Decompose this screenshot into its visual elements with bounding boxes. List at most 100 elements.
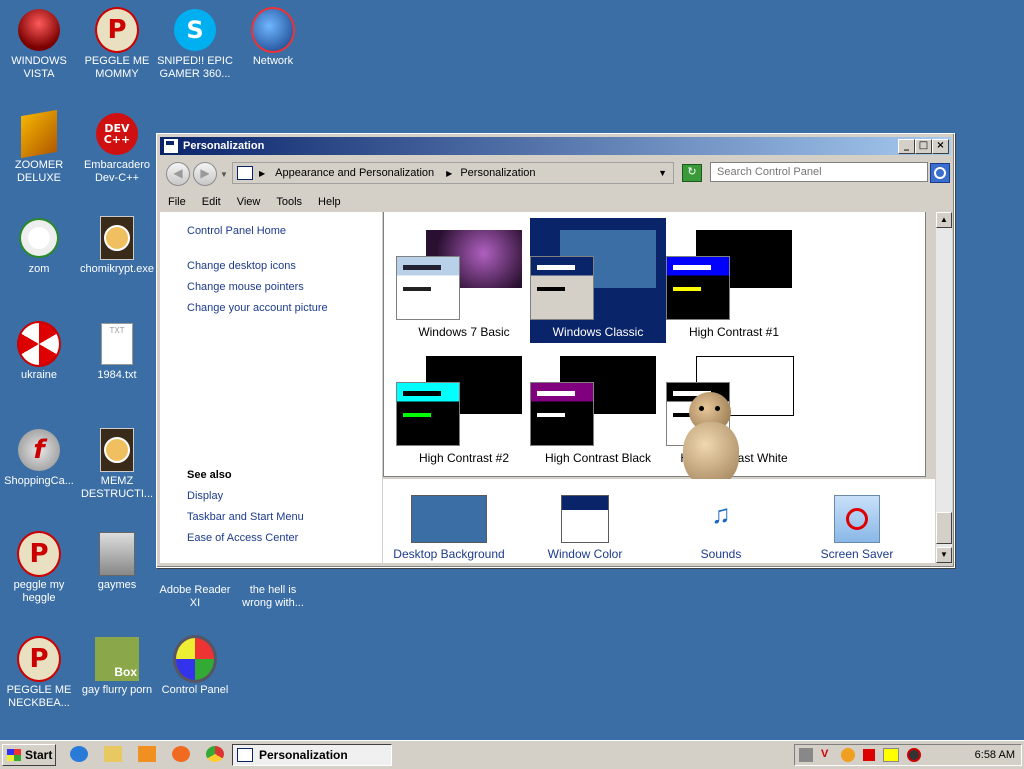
desktop-icon-the-hell[interactable]: the hell is wrong with... bbox=[234, 564, 312, 610]
desktop-icon-network[interactable]: Network bbox=[234, 7, 312, 68]
exe-shortcut-icon bbox=[95, 428, 139, 472]
ease-of-access-link[interactable]: Ease of Access Center bbox=[187, 532, 298, 544]
notification-tray-icon[interactable] bbox=[883, 748, 899, 762]
start-button[interactable]: Start bbox=[2, 744, 56, 766]
breadcrumb-personalization[interactable]: Personalization bbox=[460, 167, 535, 179]
scroll-up-button[interactable]: ▲ bbox=[936, 212, 952, 228]
flower-icon bbox=[17, 216, 61, 260]
desktop-icon-adobe-reader[interactable]: Adobe Reader XI bbox=[156, 564, 234, 610]
desktop-background-item[interactable]: Desktop Background bbox=[389, 491, 509, 561]
desktop-icon-gay-flurry[interactable]: Box gay flurry porn bbox=[78, 637, 156, 697]
control-panel-small-icon bbox=[237, 166, 253, 180]
volume-icon[interactable] bbox=[907, 748, 921, 762]
scroll-thumb[interactable] bbox=[936, 512, 952, 544]
search-input[interactable] bbox=[710, 162, 928, 182]
window-color-item[interactable]: Window Color bbox=[525, 491, 645, 561]
theme-windows-classic[interactable]: Windows Classic bbox=[530, 218, 666, 343]
recent-pages-dropdown[interactable]: ▼ bbox=[220, 170, 228, 179]
desktop-icon-zoomer-deluxe[interactable]: ZOOMER DELUXE bbox=[0, 109, 78, 185]
media-player-icon[interactable] bbox=[138, 746, 156, 762]
desktop-icon-peggle-my-heggle[interactable]: P peggle my heggle bbox=[0, 531, 78, 605]
change-desktop-icons-link[interactable]: Change desktop icons bbox=[187, 260, 296, 272]
menu-tools[interactable]: Tools bbox=[268, 196, 310, 208]
screen-saver-icon bbox=[834, 495, 880, 543]
windows-logo-icon bbox=[7, 749, 21, 761]
taskbar-item-personalization[interactable]: Personalization bbox=[232, 744, 392, 766]
start-label: Start bbox=[25, 748, 53, 762]
skype-icon: S bbox=[173, 8, 217, 52]
change-account-picture-link[interactable]: Change your account picture bbox=[187, 302, 328, 314]
desktop-background-icon bbox=[411, 495, 487, 543]
search-button[interactable] bbox=[930, 163, 950, 183]
theme-high-contrast-1[interactable]: High Contrast #1 bbox=[666, 218, 802, 343]
scroll-down-button[interactable]: ▼ bbox=[936, 547, 952, 563]
sounds-item[interactable]: ♫ Sounds bbox=[661, 491, 781, 561]
theme-windows-7-basic[interactable]: Windows 7 Basic bbox=[396, 218, 532, 343]
window-icon bbox=[163, 138, 179, 154]
breadcrumb-chevron-icon[interactable]: ▶ bbox=[446, 169, 452, 178]
taskbar-start-menu-link[interactable]: Taskbar and Start Menu bbox=[187, 511, 304, 523]
theme-window-preview bbox=[530, 256, 594, 320]
theme-window-preview bbox=[396, 382, 460, 446]
title-bar[interactable]: Personalization _ □ × bbox=[160, 137, 951, 155]
desktop-icon-zom[interactable]: zom bbox=[0, 216, 78, 276]
control-panel-home-link[interactable]: Control Panel Home bbox=[187, 225, 286, 237]
desktop-icon-chomikrypt[interactable]: chomikrypt.exe bbox=[78, 216, 156, 276]
network-globe-icon bbox=[251, 7, 295, 53]
back-arrow-icon: ◀ bbox=[173, 166, 183, 180]
folder-icon bbox=[95, 532, 139, 576]
window-color-icon bbox=[561, 495, 609, 543]
vista-orb-icon bbox=[17, 8, 61, 52]
task-pane: Control Panel Home Change desktop icons … bbox=[160, 212, 382, 563]
back-button[interactable]: ◀ bbox=[166, 162, 190, 186]
flag-icon[interactable] bbox=[863, 749, 875, 761]
desktop-icon-control-panel[interactable]: Control Panel bbox=[156, 635, 234, 697]
menu-edit[interactable]: Edit bbox=[194, 196, 229, 208]
menu-file[interactable]: File bbox=[160, 196, 194, 208]
address-bar[interactable]: ▶ Appearance and Personalization ▶ Perso… bbox=[232, 162, 674, 184]
address-dropdown-icon[interactable]: ▼ bbox=[658, 168, 667, 178]
screen-saver-item[interactable]: Screen Saver bbox=[797, 491, 917, 561]
personalization-window: Personalization _ □ × ◀ ▶ ▼ ▶ Appearance… bbox=[156, 133, 955, 568]
menu-view[interactable]: View bbox=[229, 196, 269, 208]
desktop-icon-1984-txt[interactable]: TXT 1984.txt bbox=[78, 322, 156, 382]
theme-window-preview bbox=[666, 256, 730, 320]
peggle-icon: P bbox=[95, 7, 139, 53]
theme-window-preview bbox=[396, 256, 460, 320]
antivirus-tray-icon[interactable]: V bbox=[821, 748, 835, 762]
change-mouse-pointers-link[interactable]: Change mouse pointers bbox=[187, 281, 304, 293]
maximize-button[interactable]: □ bbox=[915, 139, 932, 154]
desktop-icon-sniped[interactable]: S SNIPED!! EPIC GAMER 360... bbox=[156, 8, 234, 81]
desktop-icon-ukraine[interactable]: ukraine bbox=[0, 321, 78, 382]
search-tray-icon[interactable] bbox=[841, 748, 855, 762]
refresh-button[interactable]: ↻ bbox=[682, 164, 702, 182]
theme-high-contrast-2[interactable]: High Contrast #2 bbox=[396, 344, 532, 469]
control-panel-icon bbox=[173, 635, 217, 683]
theme-high-contrast-black[interactable]: High Contrast Black bbox=[530, 344, 666, 469]
desktop-icon-dev-cpp[interactable]: DEV C++ Embarcadero Dev-C++ bbox=[78, 112, 156, 185]
theme-window-preview bbox=[530, 382, 594, 446]
desktop-icon-gaymes[interactable]: gaymes bbox=[78, 532, 156, 592]
minimize-button[interactable]: _ bbox=[898, 139, 915, 154]
close-button[interactable]: × bbox=[932, 139, 949, 154]
desktop-icon-peggle-neckbeard[interactable]: P PEGGLE ME NECKBEA... bbox=[0, 636, 78, 710]
firefox-icon[interactable] bbox=[172, 746, 190, 762]
desktop-icon-windows-vista[interactable]: WINDOWS VISTA bbox=[0, 8, 78, 81]
breadcrumb-appearance[interactable]: Appearance and Personalization bbox=[275, 167, 434, 179]
breadcrumb-chevron-icon[interactable]: ▶ bbox=[259, 169, 265, 178]
menu-help[interactable]: Help bbox=[310, 196, 349, 208]
forward-button[interactable]: ▶ bbox=[193, 162, 217, 186]
display-link[interactable]: Display bbox=[187, 490, 223, 502]
desktop-icon-peggle-me-mommy[interactable]: P PEGGLE ME MOMMY bbox=[78, 7, 156, 81]
desktop-icon-shopping-cart[interactable]: f ShoppingCa... bbox=[0, 428, 78, 488]
taskbar: Start Personalization V 6:58 AM bbox=[0, 740, 1024, 769]
chrome-icon[interactable] bbox=[206, 746, 224, 762]
tray-app-icon[interactable] bbox=[799, 748, 813, 762]
box-hamster-icon: Box bbox=[95, 637, 139, 681]
explorer-folder-icon[interactable] bbox=[104, 746, 122, 762]
internet-explorer-icon[interactable] bbox=[70, 746, 88, 762]
clock[interactable]: 6:58 AM bbox=[975, 749, 1015, 761]
vertical-scrollbar[interactable]: ▲ ▼ bbox=[936, 212, 952, 563]
desktop-icon-memz[interactable]: MEMZ DESTRUCTI... bbox=[78, 428, 156, 501]
peggle-icon: P bbox=[17, 531, 61, 577]
